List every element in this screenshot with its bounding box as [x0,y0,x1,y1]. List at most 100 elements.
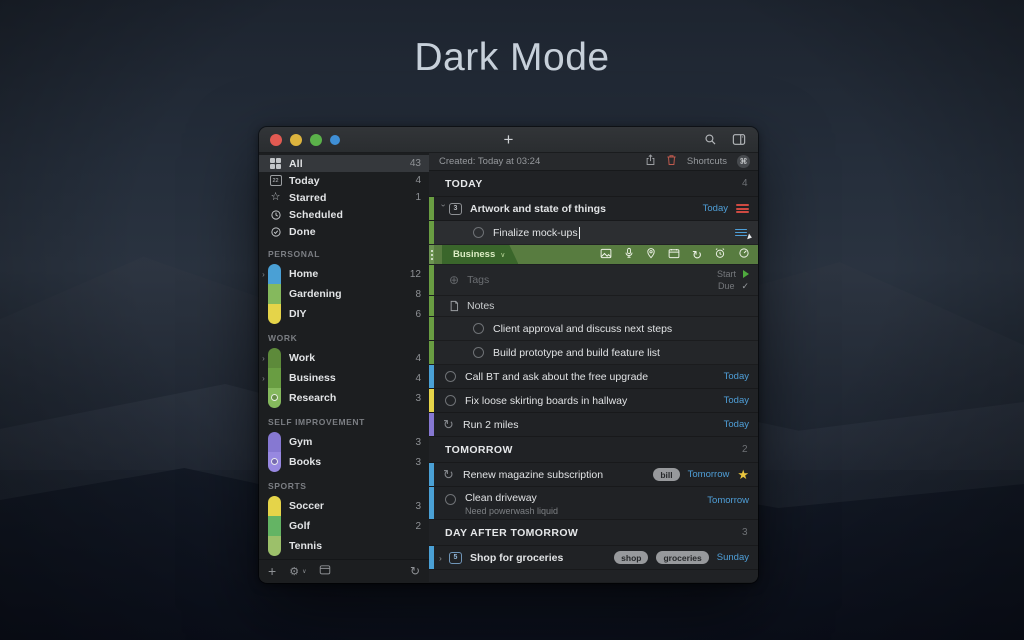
notes-placeholder[interactable]: Notes [467,300,494,312]
task-row-artwork[interactable]: › 3 Artwork and state of things Today [429,197,758,221]
sidebar-list-soccer[interactable]: Soccer 3 [259,496,429,516]
checkbox[interactable] [445,371,456,382]
task-row[interactable]: Fix loose skirting boards in hallway Tod… [429,389,758,413]
due-label[interactable]: Today [724,395,749,406]
search-icon[interactable] [704,133,717,146]
sidebar-list-tennis[interactable]: Tennis [259,536,429,556]
due-label[interactable]: Tomorrow [688,469,730,480]
start-label[interactable]: Start [717,269,736,279]
sidebar-list-home[interactable]: › Home 12 [259,264,429,284]
count-badge: 3 [415,437,421,448]
sidebar-list-golf[interactable]: Golf 2 [259,516,429,536]
command-key-icon[interactable]: ⌘ [737,155,750,168]
timer-icon[interactable] [738,247,750,262]
tag-pill[interactable]: groceries [656,551,708,564]
tag-pill[interactable]: shop [614,551,648,564]
trash-icon[interactable] [666,154,677,169]
due-label[interactable]: Today [724,419,749,430]
task-row[interactable]: Call BT and ask about the free upgrade T… [429,365,758,389]
tag-add-icon[interactable]: ⊕ [449,273,459,287]
task-row[interactable]: Clean driveway Need powerwash liquid Tom… [429,487,758,520]
repeat-icon[interactable]: ↻ [692,249,702,261]
task-color-stripe [429,546,434,569]
task-color-stripe [429,365,434,388]
sidebar-toggle-icon[interactable] [732,133,746,146]
reorder-list-icon[interactable] [735,227,749,238]
tags-placeholder[interactable]: Tags [467,274,489,286]
list-color-bar [268,536,281,556]
shortcuts-label[interactable]: Shortcuts [687,156,727,167]
location-pin-icon[interactable] [646,247,656,262]
chevron-right-icon[interactable]: › [259,354,268,363]
grid-icon [268,158,283,169]
image-attachment-icon[interactable] [600,248,612,262]
due-label[interactable]: Tomorrow [707,495,749,506]
calendar-icon[interactable] [668,248,680,262]
task-color-stripe [429,197,434,220]
checkbox[interactable] [445,494,456,505]
alarm-icon[interactable] [714,247,726,262]
subtask-edit-row[interactable]: Finalize mock-ups [429,221,758,245]
sidebar-list-gym[interactable]: Gym 3 [259,432,429,452]
sidebar-item-scheduled[interactable]: Scheduled [259,206,429,223]
share-icon[interactable] [645,154,656,169]
sync-icon[interactable]: ↻ [410,564,420,578]
sidebar-item-today[interactable]: 22 Today 4 [259,172,429,189]
due-field-label[interactable]: Due [718,281,735,291]
sidebar: All 43 22 Today 4 ☆ Starred 1 Scheduled [259,153,429,582]
section-header-tomorrow: TOMORROW 2 [429,437,758,463]
due-label[interactable]: Today [724,371,749,382]
sync-badge-icon [271,394,278,401]
subtask-title-input[interactable]: Finalize mock-ups [493,227,578,239]
sidebar-item-all[interactable]: All 43 [259,155,429,172]
checkbox[interactable] [473,347,484,358]
focus-mode-button[interactable] [330,135,340,145]
group-header-self-improvement: SELF IMPROVEMENT [259,417,429,432]
repeat-checkbox-icon[interactable]: ↻ [443,419,457,430]
minimize-button[interactable] [290,134,302,146]
checkbox[interactable] [473,323,484,334]
checkbox[interactable] [445,395,456,406]
task-color-stripe [429,341,434,364]
sidebar-item-done[interactable]: Done [259,223,429,240]
sidebar-list-research[interactable]: Research 3 [259,388,429,408]
task-row[interactable]: › 5 Shop for groceries shop groceries Su… [429,546,758,570]
drag-handle-icon[interactable] [429,245,434,264]
star-icon[interactable]: ★ [737,468,749,481]
group-header-sports: SPORTS [259,481,429,496]
tags-field-row[interactable]: ⊕ Tags Start Due ✓ [429,265,758,296]
tag-pill[interactable]: bill [653,468,679,481]
close-button[interactable] [270,134,282,146]
checkbox[interactable] [473,227,484,238]
repeat-checkbox-icon[interactable]: ↻ [443,469,457,480]
sidebar-item-starred[interactable]: ☆ Starred 1 [259,189,429,206]
chevron-right-icon[interactable]: › [259,374,268,383]
notes-field-row[interactable]: Notes [429,296,758,317]
chevron-right-icon[interactable]: › [439,553,449,563]
start-icon[interactable] [743,270,749,278]
calendar-icon[interactable] [319,562,331,580]
chevron-down-icon[interactable]: › [439,204,449,214]
chevron-down-icon: ∨ [302,568,306,575]
sidebar-list-gardening[interactable]: Gardening 8 [259,284,429,304]
due-label[interactable]: Sunday [717,552,749,563]
chevron-right-icon[interactable]: › [259,270,268,279]
sidebar-list-books[interactable]: Books 3 [259,452,429,472]
sidebar-list-work[interactable]: › Work 4 [259,348,429,368]
subtask-row[interactable]: Build prototype and build feature list [429,341,758,365]
gear-icon[interactable]: ⚙ [289,565,299,578]
sidebar-list-diy[interactable]: DIY 6 [259,304,429,324]
add-list-button[interactable]: + [268,564,276,578]
task-row[interactable]: ↻ Run 2 miles Today [429,413,758,437]
due-label[interactable]: Today [703,203,728,214]
subtask-row[interactable]: Client approval and discuss next steps [429,317,758,341]
microphone-icon[interactable] [624,247,634,262]
sidebar-list-business[interactable]: › Business 4 [259,368,429,388]
count-badge: 3 [415,457,421,468]
priority-icon[interactable] [736,203,749,215]
list-color-bar [268,496,281,516]
zoom-button[interactable] [310,134,322,146]
check-icon[interactable]: ✓ [741,281,749,292]
list-selector-button[interactable]: Business ∨ [442,245,518,264]
task-row[interactable]: ↻ Renew magazine subscription bill Tomor… [429,463,758,487]
